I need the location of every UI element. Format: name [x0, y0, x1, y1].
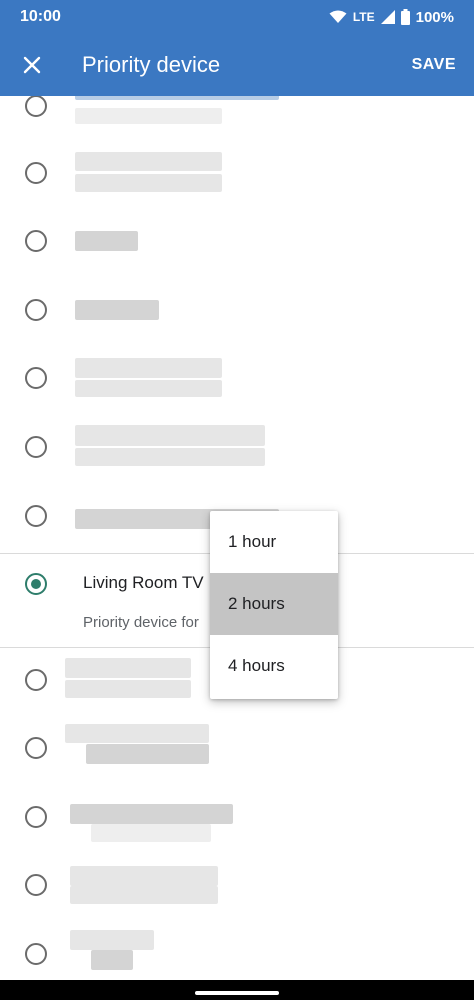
app-bar: Priority device SAVE	[0, 34, 474, 96]
redacted-detail	[75, 448, 265, 466]
device-row[interactable]	[0, 853, 474, 921]
radio-button[interactable]	[25, 367, 47, 389]
priority-duration-label: Priority device for	[83, 614, 199, 631]
status-bar: 10:00 LTE 100%	[0, 0, 474, 34]
radio-button[interactable]	[25, 669, 47, 691]
radio-button[interactable]	[25, 299, 47, 321]
radio-button[interactable]	[25, 943, 47, 965]
redacted-detail	[91, 824, 211, 842]
redacted-name	[75, 425, 265, 446]
device-row[interactable]	[0, 785, 474, 853]
redacted-detail	[75, 174, 222, 192]
duration-menu: 1 hour 2 hours 4 hours	[210, 511, 338, 699]
close-icon	[23, 56, 41, 74]
navigation-bar	[0, 980, 474, 1000]
redacted-name	[65, 724, 209, 743]
close-button[interactable]	[0, 34, 64, 96]
redacted-name	[75, 300, 159, 320]
redacted-detail	[91, 950, 133, 970]
device-row[interactable]	[0, 344, 474, 412]
redacted-name	[70, 930, 154, 950]
battery-icon	[400, 9, 410, 25]
device-row[interactable]	[0, 138, 474, 206]
wifi-icon	[329, 10, 347, 23]
redacted-name	[70, 804, 233, 824]
redacted-detail	[86, 744, 209, 764]
redacted-name	[75, 358, 222, 378]
menu-item-4-hours[interactable]: 4 hours	[210, 635, 338, 697]
redacted-name	[75, 96, 279, 100]
menu-item-2-hours[interactable]: 2 hours	[210, 573, 338, 635]
save-button[interactable]: SAVE	[412, 56, 456, 74]
page-title: Priority device	[82, 52, 221, 77]
redacted-detail	[70, 886, 218, 904]
battery-level: 100%	[415, 8, 454, 26]
redacted-name	[65, 658, 191, 678]
redacted-name	[75, 231, 138, 251]
device-row[interactable]	[0, 96, 474, 140]
redacted-detail	[75, 108, 222, 124]
radio-button[interactable]	[25, 230, 47, 252]
radio-button[interactable]	[25, 96, 47, 117]
device-row[interactable]	[0, 716, 474, 784]
radio-button-selected[interactable]	[25, 573, 47, 595]
selected-device-name: Living Room TV	[83, 573, 204, 592]
status-icons: LTE 100%	[329, 9, 454, 26]
device-row[interactable]	[0, 922, 474, 980]
radio-button[interactable]	[25, 162, 47, 184]
radio-button[interactable]	[25, 806, 47, 828]
device-row[interactable]	[0, 207, 474, 275]
device-row[interactable]	[0, 275, 474, 343]
signal-icon	[380, 10, 395, 24]
device-row[interactable]	[0, 412, 474, 480]
menu-item-1-hour[interactable]: 1 hour	[210, 511, 338, 573]
radio-button[interactable]	[25, 737, 47, 759]
network-label: LTE	[352, 10, 375, 24]
redacted-name	[75, 152, 222, 171]
radio-button[interactable]	[25, 436, 47, 458]
redacted-detail	[75, 380, 222, 397]
radio-button[interactable]	[25, 505, 47, 527]
redacted-detail	[65, 680, 191, 698]
radio-button[interactable]	[25, 874, 47, 896]
redacted-name	[70, 866, 218, 886]
home-gesture-handle[interactable]	[195, 991, 279, 995]
status-time: 10:00	[20, 8, 61, 25]
